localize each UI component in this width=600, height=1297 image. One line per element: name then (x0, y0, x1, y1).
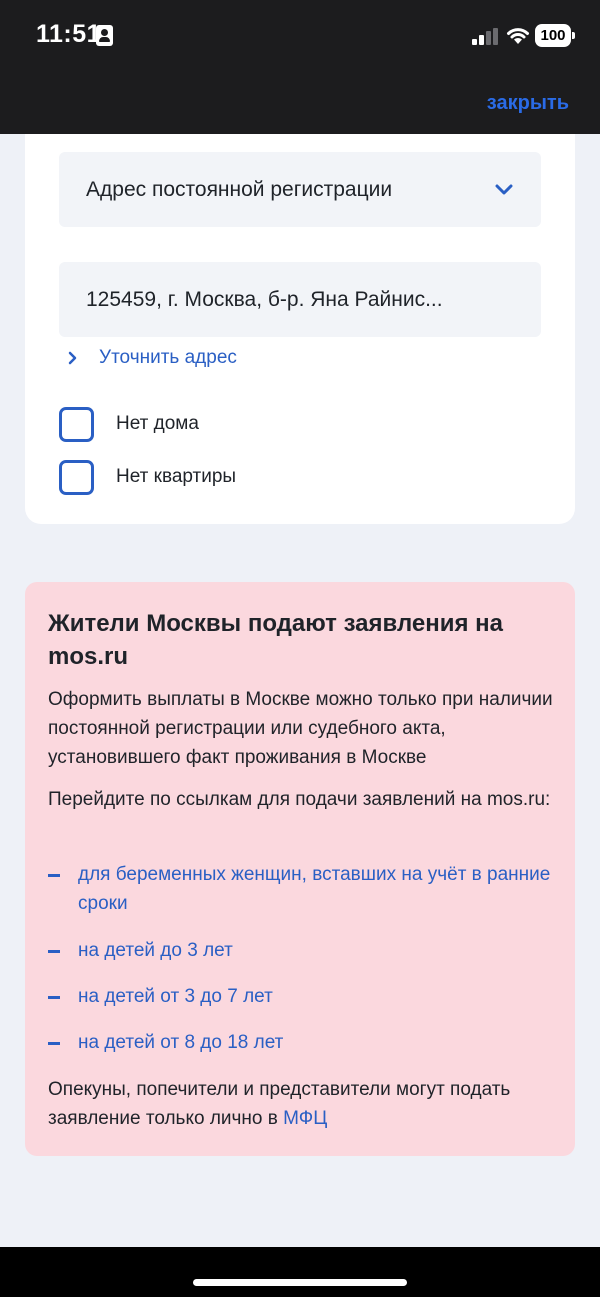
link-label: для беременных женщин, вставших на учёт … (78, 864, 551, 914)
link-children-3-to-7[interactable]: на детей от 3 до 7 лет (48, 982, 558, 1011)
no-apartment-option[interactable]: Нет квартиры (59, 459, 236, 495)
chevron-down-icon (495, 184, 513, 195)
notice-paragraph-1: Оформить выплаты в Москве можно только п… (48, 689, 553, 768)
link-label: на детей от 3 до 7 лет (78, 986, 273, 1007)
status-time: 11:51 (36, 20, 102, 48)
mfc-link[interactable]: МФЦ (283, 1108, 327, 1129)
battery-level: 100 (535, 24, 571, 47)
notice-footer: Опекуны, попечители и представители могу… (48, 1075, 558, 1133)
notice-footer-text: Опекуны, попечители и представители могу… (48, 1079, 511, 1129)
address-type-select[interactable]: Адрес постоянной регистрации (59, 152, 541, 227)
chevron-right-icon (68, 351, 77, 365)
no-house-checkbox[interactable] (59, 406, 94, 442)
close-link[interactable]: закрыть (487, 92, 569, 115)
refine-address-link[interactable]: Уточнить адрес (67, 346, 237, 370)
link-label: на детей от 8 до 18 лет (78, 1032, 284, 1053)
address-form-card: Адрес постоянной регистрации 125459, г. … (25, 134, 575, 524)
link-label: на детей до 3 лет (78, 940, 233, 961)
top-nav-bar: закрыть (0, 72, 600, 134)
refine-address-label: Уточнить адрес (99, 347, 237, 368)
battery-icon: 100 (535, 24, 575, 47)
no-apartment-checkbox[interactable] (59, 459, 94, 495)
link-children-under-3[interactable]: на детей до 3 лет (48, 936, 558, 965)
dash-icon (48, 950, 60, 953)
home-indicator[interactable] (193, 1279, 407, 1286)
notice-title: Жители Москвы подают заявления на mos.ru (48, 610, 504, 670)
status-bar: 11:51 100 (0, 0, 600, 72)
dash-icon (48, 996, 60, 999)
notice-paragraph-2: Перейдите по ссылкам для подачи заявлени… (48, 789, 551, 810)
link-children-8-to-18[interactable]: на детей от 8 до 18 лет (48, 1028, 558, 1057)
dash-icon (48, 1042, 60, 1045)
person-badge-icon (96, 25, 113, 46)
link-pregnant[interactable]: для беременных женщин, вставших на учёт … (48, 860, 558, 918)
dash-icon (48, 874, 60, 877)
address-input[interactable]: 125459, г. Москва, б-р. Яна Райнис... (59, 262, 541, 337)
no-apartment-label: Нет квартиры (116, 466, 237, 487)
address-value: 125459, г. Москва, б-р. Яна Райнис... (86, 288, 443, 311)
wifi-icon (507, 28, 529, 44)
home-indicator-area (0, 1247, 600, 1297)
address-type-value: Адрес постоянной регистрации (86, 178, 393, 201)
cellular-signal-icon (472, 28, 500, 45)
no-house-label: Нет дома (116, 413, 199, 434)
moscow-notice-card: Жители Москвы подают заявления на mos.ru… (25, 582, 575, 1156)
no-house-option[interactable]: Нет дома (59, 406, 199, 442)
